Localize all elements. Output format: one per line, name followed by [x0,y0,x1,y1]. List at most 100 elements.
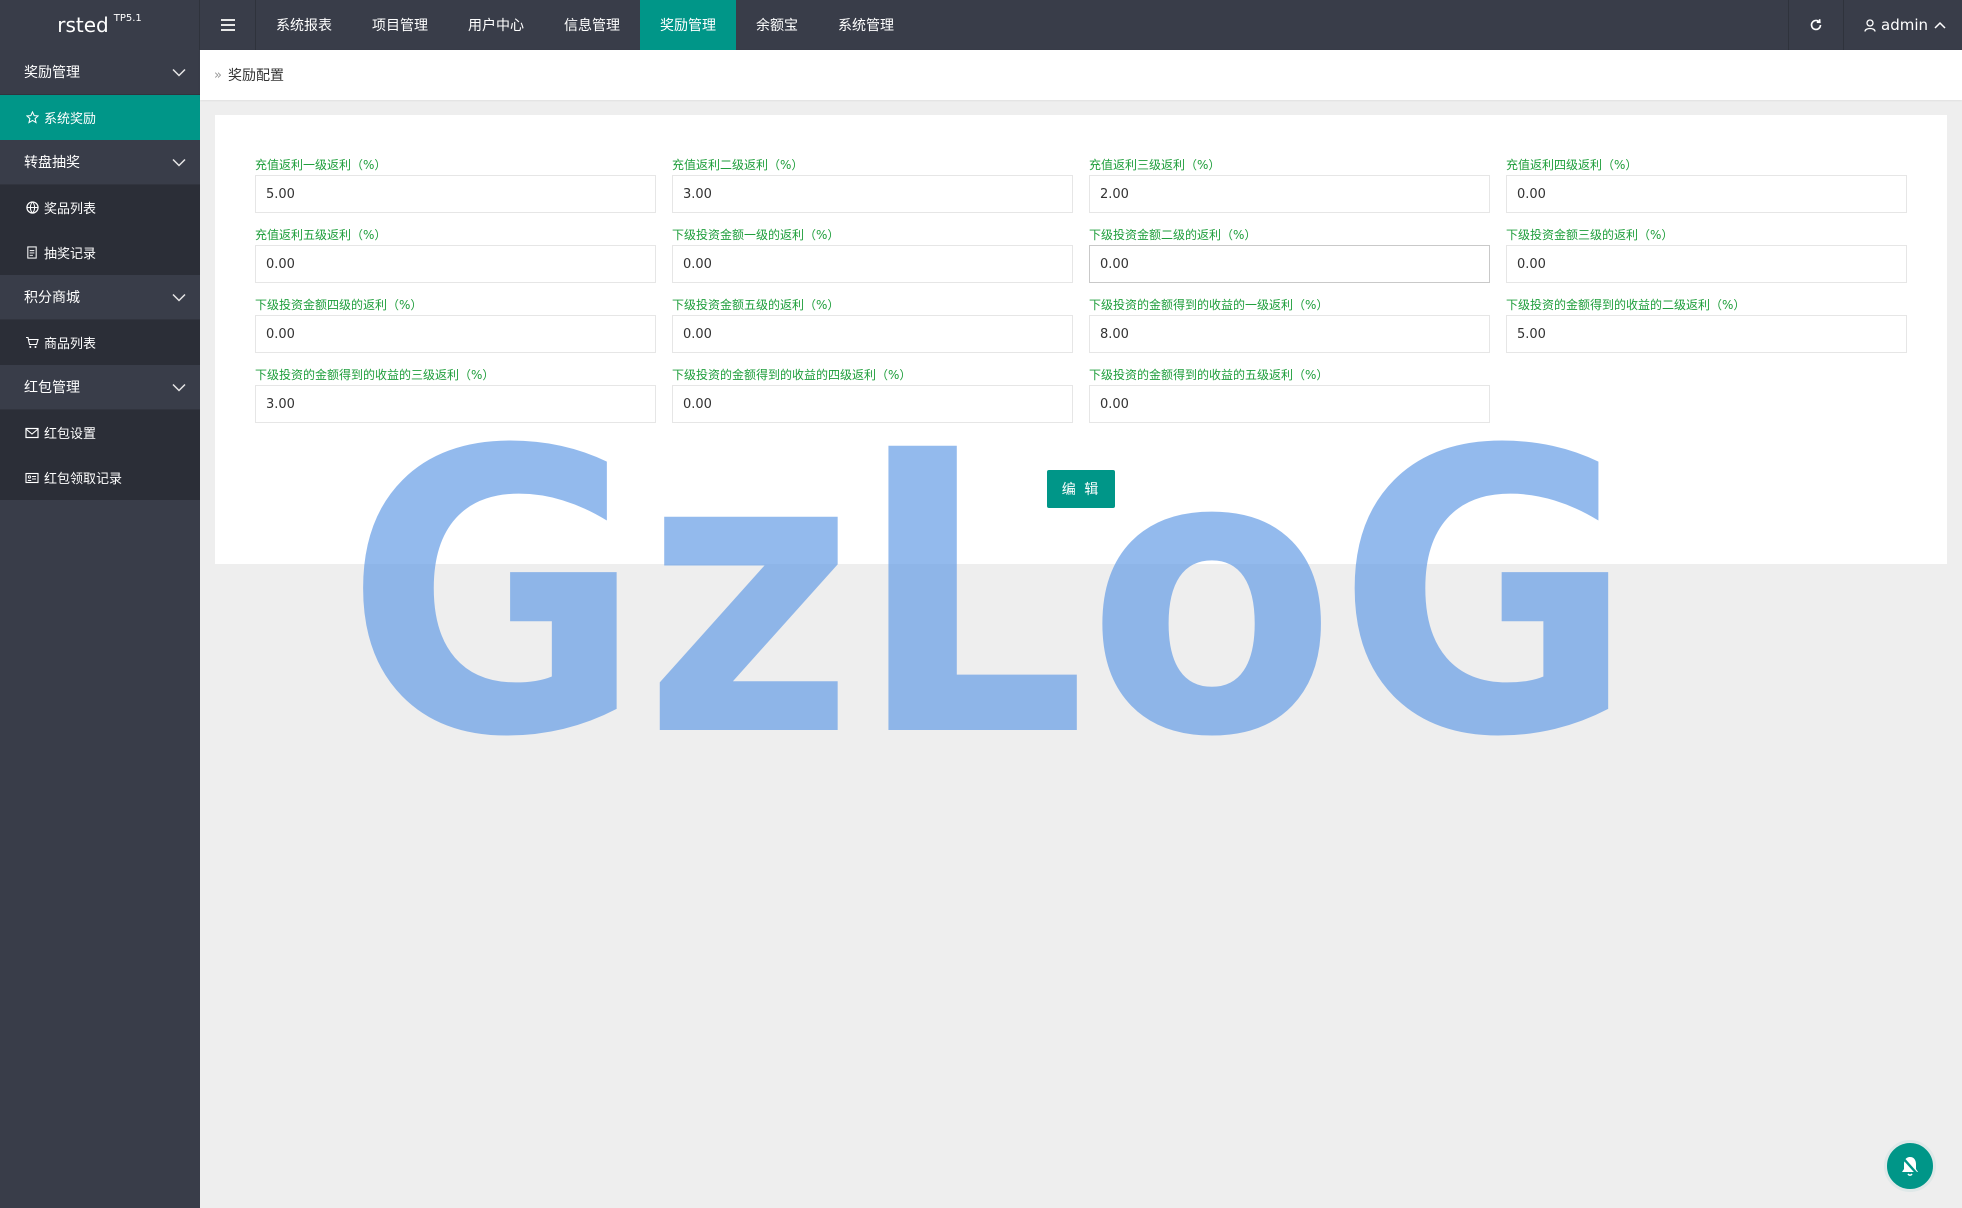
sidebar-item-label: 系统奖励 [44,112,97,127]
form-field-14: 下级投资的金额得到的收益的五级返利（%） [1089,365,1490,423]
app-name: rsted [57,13,109,37]
user-menu[interactable]: admin [1844,0,1962,50]
document-icon [25,246,39,260]
config-form: 充值返利一级返利（%） 充值返利二级返利（%） 充值返利三级返利（%） 充值返利四级返… [255,155,1907,423]
field-label: 下级投资的金额得到的收益的二级返利（%） [1506,298,1746,312]
form-field-10: 下级投资的金额得到的收益的一级返利（%） [1089,295,1490,353]
field-label: 下级投资的金额得到的收益的三级返利（%） [255,368,495,382]
sidebar-group-3[interactable]: 红包管理 [0,365,200,410]
sidebar-group-0[interactable]: 奖励管理 [0,50,200,95]
card-icon [25,471,39,485]
field-label: 充值返利二级返利（%） [672,158,804,172]
chevron-down-icon [172,68,186,77]
form-field-11: 下级投资的金额得到的收益的二级返利（%） [1506,295,1907,353]
top-right-tools: admin [1788,0,1962,50]
breadcrumb-current: 奖励配置 [227,68,284,84]
breadcrumb-separator-icon: » [214,67,222,83]
field-label: 充值返利三级返利（%） [1089,158,1221,172]
field-label: 下级投资的金额得到的收益的五级返利（%） [1089,368,1329,382]
rebate-input-13[interactable] [672,385,1073,423]
cart-icon [25,336,39,350]
hamburger-icon [220,19,235,31]
topnav-item-4[interactable]: 奖励管理 [640,0,736,50]
topnav-item-1[interactable]: 项目管理 [352,0,448,50]
field-label: 充值返利一级返利（%） [255,158,387,172]
refresh-button[interactable] [1788,0,1844,50]
rebate-input-6[interactable] [1089,245,1490,283]
sidebar-group-label: 奖励管理 [24,65,80,81]
rebate-input-5[interactable] [672,245,1073,283]
form-field-2: 充值返利三级返利（%） [1089,155,1490,213]
rebate-input-1[interactable] [672,175,1073,213]
topnav-item-5[interactable]: 余额宝 [736,0,818,50]
field-label: 下级投资金额四级的返利（%） [255,298,423,312]
globe-icon [25,201,39,215]
app-version: TP5.1 [113,12,142,24]
sidebar-item-3-0[interactable]: 红包设置 [0,410,200,455]
chevron-down-icon [172,293,186,302]
rebate-input-0[interactable] [255,175,656,213]
sidebar-item-0-0[interactable]: 系统奖励 [0,95,200,140]
field-label: 充值返利四级返利（%） [1506,158,1638,172]
form-field-4: 充值返利五级返利（%） [255,225,656,283]
field-label: 下级投资金额三级的返利（%） [1506,228,1674,242]
sidebar-item-1-0[interactable]: 奖品列表 [0,185,200,230]
rebate-input-11[interactable] [1506,315,1907,353]
form-field-8: 下级投资金额四级的返利（%） [255,295,656,353]
rebate-input-4[interactable] [255,245,656,283]
rebate-input-14[interactable] [1089,385,1490,423]
field-label: 充值返利五级返利（%） [255,228,387,242]
sidebar-item-label: 商品列表 [44,337,97,352]
sidebar-item-3-1[interactable]: 红包领取记录 [0,455,200,500]
rebate-input-10[interactable] [1089,315,1490,353]
refresh-icon [1810,19,1822,31]
topnav-item-3[interactable]: 信息管理 [544,0,640,50]
app-logo[interactable]: rsted TP5.1 [0,0,200,50]
form-field-0: 充值返利一级返利（%） [255,155,656,213]
field-label: 下级投资金额二级的返利（%） [1089,228,1257,242]
config-card: 充值返利一级返利（%） 充值返利二级返利（%） 充值返利三级返利（%） 充值返利四级返… [215,115,1947,564]
envelope-icon [25,426,39,440]
field-label: 下级投资金额五级的返利（%） [672,298,840,312]
breadcrumb: » 奖励配置 [200,50,1962,100]
menu-toggle-button[interactable] [200,0,256,50]
rebate-input-7[interactable] [1506,245,1907,283]
sidebar-group-label: 红包管理 [24,380,80,396]
top-nav: 系统报表 项目管理 用户中心 信息管理 奖励管理 余额宝 系统管理 [256,0,914,50]
rebate-input-12[interactable] [255,385,656,423]
sidebar-item-label: 红包领取记录 [44,472,123,487]
user-icon [1864,18,1876,32]
topnav-item-0[interactable]: 系统报表 [256,0,352,50]
sidebar-group-label: 转盘抽奖 [24,155,80,171]
rebate-input-2[interactable] [1089,175,1490,213]
field-label: 下级投资的金额得到的收益的一级返利（%） [1089,298,1329,312]
user-name: admin [1881,16,1928,34]
sidebar-group-1[interactable]: 转盘抽奖 [0,140,200,185]
sidebar-item-label: 奖品列表 [44,202,97,217]
rebate-input-8[interactable] [255,315,656,353]
chevron-up-icon [1934,21,1946,29]
star-icon [25,111,39,125]
floating-help-button[interactable] [1884,1140,1936,1192]
field-label: 下级投资金额一级的返利（%） [672,228,840,242]
edit-button[interactable]: 编 辑 [1047,470,1115,508]
sidebar-item-label: 抽奖记录 [44,247,97,262]
rebate-input-3[interactable] [1506,175,1907,213]
form-field-5: 下级投资金额一级的返利（%） [672,225,1073,283]
field-label: 下级投资的金额得到的收益的四级返利（%） [672,368,912,382]
rebate-input-9[interactable] [672,315,1073,353]
form-field-1: 充值返利二级返利（%） [672,155,1073,213]
form-field-9: 下级投资金额五级的返利（%） [672,295,1073,353]
sidebar: 奖励管理系统奖励转盘抽奖奖品列表抽奖记录积分商城商品列表红包管理红包设置红包领取… [0,50,200,1208]
topnav-item-2[interactable]: 用户中心 [448,0,544,50]
sidebar-group-2[interactable]: 积分商城 [0,275,200,320]
chevron-down-icon [172,383,186,392]
top-bar: rsted TP5.1 系统报表 项目管理 用户中心 信息管理 奖励管理 余额宝 系统管理 … [0,0,1962,50]
sidebar-item-1-1[interactable]: 抽奖记录 [0,230,200,275]
form-field-7: 下级投资金额三级的返利（%） [1506,225,1907,283]
topnav-item-6[interactable]: 系统管理 [818,0,914,50]
form-field-3: 充值返利四级返利（%） [1506,155,1907,213]
form-field-12: 下级投资的金额得到的收益的三级返利（%） [255,365,656,423]
sidebar-item-2-0[interactable]: 商品列表 [0,320,200,365]
sidebar-group-label: 积分商城 [24,290,80,306]
